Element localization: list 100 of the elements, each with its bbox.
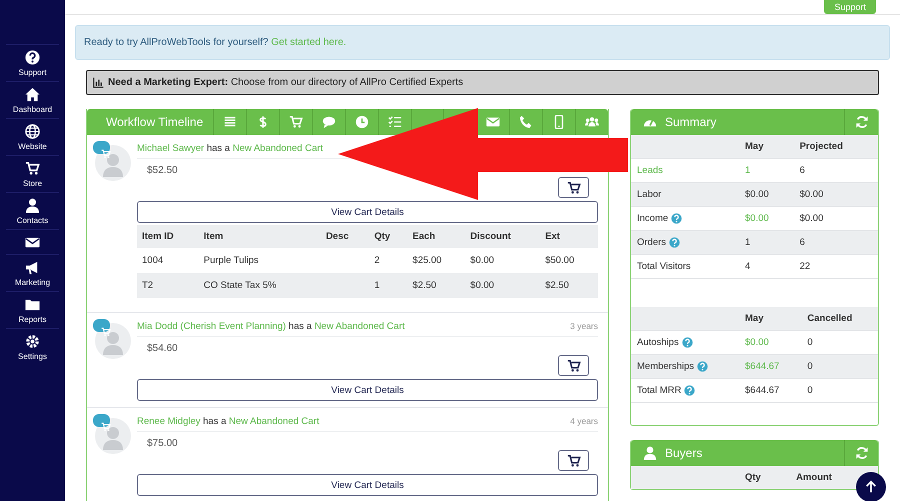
entry-text: Renee Midgley has a New Abandoned Cart [137, 416, 320, 427]
table-cell: 6 [800, 165, 805, 176]
bar-chart-icon [93, 77, 104, 88]
column-header: Each [408, 225, 466, 248]
cart-icon [101, 149, 111, 159]
entry-time: 3 years [570, 321, 598, 332]
table-cell: $0.00 [470, 280, 494, 291]
sidebar-item[interactable]: Reports [6, 291, 59, 328]
table-cell: $0.00 [745, 189, 769, 200]
sidebar-item[interactable]: Marketing [6, 254, 59, 291]
row-label: Total MRR [637, 385, 682, 396]
table-cell: T2 [142, 280, 154, 291]
column-header: Qty [369, 225, 408, 248]
refresh-icon [854, 446, 868, 460]
view-cart-details-button[interactable]: View Cart Details [137, 201, 598, 223]
panel-title: Workflow Timeline [87, 109, 214, 135]
home-icon [25, 87, 40, 102]
column-header: Amount [796, 472, 832, 483]
cart-icon [101, 327, 111, 337]
column-header: May [745, 141, 764, 152]
speech-bubble-icon [322, 115, 336, 129]
view-cart-details-button[interactable]: View Cart Details [137, 379, 598, 401]
megaphone-icon [25, 260, 40, 275]
row-label: Total Visitors [637, 261, 691, 272]
column-header: Qty [745, 472, 761, 483]
table-cell: 1 [745, 165, 750, 176]
sidebar-item[interactable]: Store [6, 155, 59, 192]
gear-icon [25, 334, 40, 349]
table-cell: 1004 [142, 255, 164, 266]
cart-amount: $52.50 [147, 165, 178, 176]
table-cell: $0.00 [800, 213, 824, 224]
cart-icon [566, 358, 580, 372]
person-silhouette-icon [103, 426, 123, 450]
table-cell: 0 [807, 337, 813, 348]
table-cell: 0 [807, 361, 813, 372]
sidebar-item[interactable]: Dashboard [6, 81, 59, 118]
help-icon [25, 50, 40, 65]
table-cell: $25.00 [412, 255, 442, 266]
checklist-icon [388, 115, 402, 129]
help-icon [671, 213, 682, 224]
folder-icon [25, 297, 40, 312]
table-cell: $644.67 [745, 385, 780, 396]
column-header: Item [198, 225, 321, 248]
table-cell: $0.00 [745, 213, 769, 224]
globe-icon [25, 124, 40, 139]
panel-title: Buyers [631, 440, 844, 466]
phone-icon [519, 115, 534, 129]
table-cell: 0 [807, 385, 813, 396]
envelope-icon [25, 235, 40, 250]
entry-text: Mia Dodd (Cherish Event Planning) has a New Abandoned Cart [137, 321, 405, 332]
table-cell: $2.50 [545, 280, 569, 291]
help-icon [684, 385, 696, 396]
table-cell: $0.00 [745, 337, 769, 348]
help-icon [697, 361, 708, 372]
row-label: Autoships [637, 337, 679, 348]
cart-icon [566, 454, 580, 468]
row-label: Income [637, 213, 668, 224]
row-label: Labor [637, 189, 662, 200]
refresh-icon [854, 115, 868, 129]
cart-icon [566, 180, 580, 194]
row-label: Memberships [637, 361, 694, 372]
add-to-cart-button[interactable] [558, 450, 589, 471]
scroll-to-top-button[interactable] [856, 472, 886, 501]
column-header: Desc [320, 225, 370, 248]
people-icon [585, 115, 600, 129]
row-label: Orders [637, 237, 666, 248]
view-cart-details-button[interactable]: View Cart Details [137, 474, 598, 496]
person-icon [643, 446, 657, 460]
person-silhouette-icon [103, 331, 123, 355]
column-header: Cancelled [807, 313, 852, 324]
marketing-text: Need a Marketing Expert: Choose from our directory of AllPro Certified Experts [108, 77, 464, 88]
column-header: Discount [465, 225, 540, 248]
column-header: Item ID [137, 225, 199, 248]
cart-icon [25, 161, 40, 176]
cart-amount: $75.00 [147, 438, 178, 449]
table-cell: 1 [745, 237, 750, 248]
sidebar-item[interactable]: Website [6, 118, 59, 155]
envelope-icon [486, 115, 500, 129]
help-icon [682, 337, 693, 348]
sidebar-item[interactable]: Support [6, 44, 59, 81]
sidebar-item[interactable]: Settings [6, 328, 59, 365]
table-cell: $50.00 [545, 255, 574, 266]
cart-icon [288, 115, 303, 129]
column-header: Ext [540, 225, 598, 248]
up-arrow-icon [864, 480, 878, 494]
column-header: Projected [800, 141, 843, 152]
table-cell: Purple Tulips [204, 255, 259, 266]
table-cell: $2.50 [412, 280, 436, 291]
list-icon [223, 115, 238, 129]
table-cell: 2 [374, 255, 380, 266]
entry-text: Michael Sawyer has a New Abandoned Cart [137, 143, 323, 154]
sidebar-item[interactable]: Contacts [6, 192, 59, 229]
add-to-cart-button[interactable] [558, 177, 589, 198]
table-cell: 6 [800, 237, 805, 248]
add-to-cart-button[interactable] [558, 355, 589, 376]
panel-title: Summary [631, 109, 844, 135]
column-header: May [745, 313, 764, 324]
table-cell: CO State Tax 5% [204, 280, 276, 291]
cart-icon [101, 422, 111, 432]
person-icon [25, 198, 40, 213]
